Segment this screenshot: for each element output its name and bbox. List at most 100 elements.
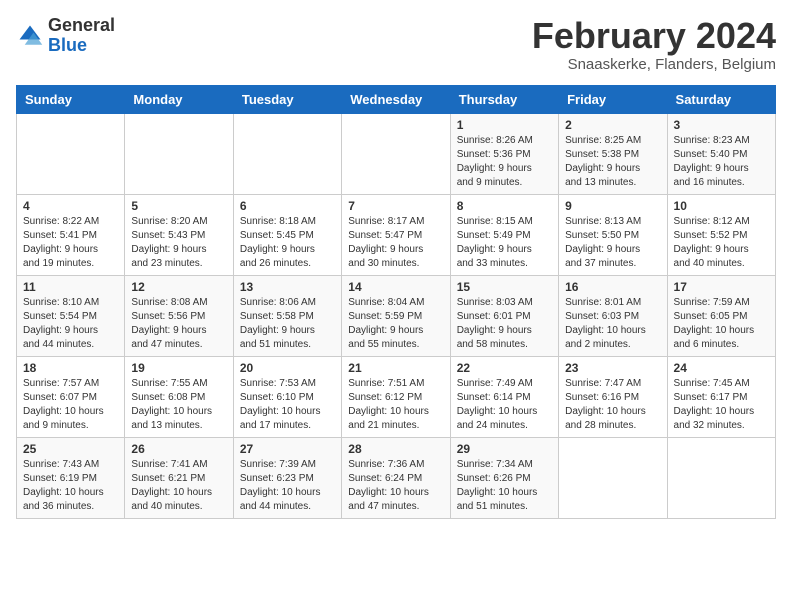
day-info: Sunrise: 7:51 AM Sunset: 6:12 PM Dayligh… [348, 377, 443, 433]
day-number: 6 [240, 199, 335, 213]
calendar-week-row: 4 Sunrise: 8:22 AM Sunset: 5:41 PM Daylig… [17, 194, 776, 275]
logo-icon [16, 22, 44, 50]
day-info: Sunrise: 8:12 AM Sunset: 5:52 PM Dayligh… [674, 215, 769, 271]
calendar-cell: 20 Sunrise: 7:53 AM Sunset: 6:10 PM Dayli… [233, 356, 341, 437]
weekday-header-sunday: Sunday [17, 85, 125, 113]
day-info: Sunrise: 8:13 AM Sunset: 5:50 PM Dayligh… [565, 215, 660, 271]
calendar-cell: 16 Sunrise: 8:01 AM Sunset: 6:03 PM Dayli… [559, 275, 667, 356]
weekday-header-monday: Monday [125, 85, 233, 113]
day-info: Sunrise: 8:22 AM Sunset: 5:41 PM Dayligh… [23, 215, 118, 271]
day-info: Sunrise: 7:34 AM Sunset: 6:26 PM Dayligh… [457, 458, 552, 514]
day-info: Sunrise: 8:25 AM Sunset: 5:38 PM Dayligh… [565, 134, 660, 190]
day-number: 27 [240, 442, 335, 456]
calendar-cell: 23 Sunrise: 7:47 AM Sunset: 6:16 PM Dayli… [559, 356, 667, 437]
day-info: Sunrise: 8:10 AM Sunset: 5:54 PM Dayligh… [23, 296, 118, 352]
day-number: 17 [674, 280, 769, 294]
calendar-cell: 22 Sunrise: 7:49 AM Sunset: 6:14 PM Dayli… [450, 356, 558, 437]
calendar-cell: 8Sunrise: 8:15 AM Sunset: 5:49 PM Daylig… [450, 194, 558, 275]
day-info: Sunrise: 7:41 AM Sunset: 6:21 PM Dayligh… [131, 458, 226, 514]
day-number: 19 [131, 361, 226, 375]
calendar-cell: 19 Sunrise: 7:55 AM Sunset: 6:08 PM Dayli… [125, 356, 233, 437]
day-number: 7 [348, 199, 443, 213]
day-info: Sunrise: 8:15 AM Sunset: 5:49 PM Dayligh… [457, 215, 552, 271]
day-info: Sunrise: 8:18 AM Sunset: 5:45 PM Dayligh… [240, 215, 335, 271]
day-number: 12 [131, 280, 226, 294]
calendar-cell: 24Sunrise: 7:45 AM Sunset: 6:17 PM Dayli… [667, 356, 775, 437]
day-info: Sunrise: 7:55 AM Sunset: 6:08 PM Dayligh… [131, 377, 226, 433]
calendar-cell: 4 Sunrise: 8:22 AM Sunset: 5:41 PM Daylig… [17, 194, 125, 275]
logo-blue-text: Blue [48, 36, 115, 56]
day-info: Sunrise: 8:06 AM Sunset: 5:58 PM Dayligh… [240, 296, 335, 352]
weekday-header-wednesday: Wednesday [342, 85, 450, 113]
month-year-title: February 2024 [532, 16, 776, 56]
day-number: 28 [348, 442, 443, 456]
calendar-cell: 29Sunrise: 7:34 AM Sunset: 6:26 PM Dayli… [450, 437, 558, 518]
day-info: Sunrise: 8:26 AM Sunset: 5:36 PM Dayligh… [457, 134, 552, 190]
day-number: 25 [23, 442, 118, 456]
calendar-cell: 9 Sunrise: 8:13 AM Sunset: 5:50 PM Daylig… [559, 194, 667, 275]
day-info: Sunrise: 7:39 AM Sunset: 6:23 PM Dayligh… [240, 458, 335, 514]
day-info: Sunrise: 8:01 AM Sunset: 6:03 PM Dayligh… [565, 296, 660, 352]
weekday-header-friday: Friday [559, 85, 667, 113]
day-number: 23 [565, 361, 660, 375]
day-number: 9 [565, 199, 660, 213]
day-number: 16 [565, 280, 660, 294]
title-section: February 2024 Snaaskerke, Flanders, Belg… [532, 16, 776, 73]
day-number: 14 [348, 280, 443, 294]
day-number: 24 [674, 361, 769, 375]
day-number: 4 [23, 199, 118, 213]
calendar-cell: 17 Sunrise: 7:59 AM Sunset: 6:05 PM Dayli… [667, 275, 775, 356]
calendar-cell: 10 Sunrise: 8:12 AM Sunset: 5:52 PM Dayli… [667, 194, 775, 275]
calendar-week-row: 1 Sunrise: 8:26 AM Sunset: 5:36 PM Daylig… [17, 113, 776, 194]
calendar-cell: 14 Sunrise: 8:04 AM Sunset: 5:59 PM Dayli… [342, 275, 450, 356]
calendar-cell [667, 437, 775, 518]
calendar-week-row: 25 Sunrise: 7:43 AM Sunset: 6:19 PM Dayli… [17, 437, 776, 518]
calendar-cell: 5 Sunrise: 8:20 AM Sunset: 5:43 PM Daylig… [125, 194, 233, 275]
calendar-cell: 3Sunrise: 8:23 AM Sunset: 5:40 PM Daylig… [667, 113, 775, 194]
day-info: Sunrise: 8:20 AM Sunset: 5:43 PM Dayligh… [131, 215, 226, 271]
calendar-cell: 25 Sunrise: 7:43 AM Sunset: 6:19 PM Dayli… [17, 437, 125, 518]
day-info: Sunrise: 7:36 AM Sunset: 6:24 PM Dayligh… [348, 458, 443, 514]
day-number: 5 [131, 199, 226, 213]
day-number: 20 [240, 361, 335, 375]
day-info: Sunrise: 7:43 AM Sunset: 6:19 PM Dayligh… [23, 458, 118, 514]
calendar-cell: 27 Sunrise: 7:39 AM Sunset: 6:23 PM Dayli… [233, 437, 341, 518]
logo: General Blue [16, 16, 115, 56]
calendar-cell: 21 Sunrise: 7:51 AM Sunset: 6:12 PM Dayli… [342, 356, 450, 437]
day-info: Sunrise: 8:03 AM Sunset: 6:01 PM Dayligh… [457, 296, 552, 352]
day-number: 21 [348, 361, 443, 375]
calendar-cell [233, 113, 341, 194]
day-info: Sunrise: 8:08 AM Sunset: 5:56 PM Dayligh… [131, 296, 226, 352]
logo-general-text: General [48, 16, 115, 36]
day-info: Sunrise: 7:49 AM Sunset: 6:14 PM Dayligh… [457, 377, 552, 433]
day-number: 3 [674, 118, 769, 132]
weekday-header-thursday: Thursday [450, 85, 558, 113]
weekday-header-saturday: Saturday [667, 85, 775, 113]
day-number: 10 [674, 199, 769, 213]
day-info: Sunrise: 7:59 AM Sunset: 6:05 PM Dayligh… [674, 296, 769, 352]
calendar-cell: 7Sunrise: 8:17 AM Sunset: 5:47 PM Daylig… [342, 194, 450, 275]
weekday-header-tuesday: Tuesday [233, 85, 341, 113]
calendar-cell: 18Sunrise: 7:57 AM Sunset: 6:07 PM Dayli… [17, 356, 125, 437]
location-subtitle: Snaaskerke, Flanders, Belgium [532, 56, 776, 73]
calendar-cell: 6 Sunrise: 8:18 AM Sunset: 5:45 PM Daylig… [233, 194, 341, 275]
calendar-cell: 11 Sunrise: 8:10 AM Sunset: 5:54 PM Dayli… [17, 275, 125, 356]
day-number: 15 [457, 280, 552, 294]
day-info: Sunrise: 8:04 AM Sunset: 5:59 PM Dayligh… [348, 296, 443, 352]
weekday-header-row: SundayMondayTuesdayWednesdayThursdayFrid… [17, 85, 776, 113]
calendar-cell [559, 437, 667, 518]
calendar-cell [342, 113, 450, 194]
calendar-week-row: 18Sunrise: 7:57 AM Sunset: 6:07 PM Dayli… [17, 356, 776, 437]
day-info: Sunrise: 7:53 AM Sunset: 6:10 PM Dayligh… [240, 377, 335, 433]
day-number: 2 [565, 118, 660, 132]
calendar-cell: 28 Sunrise: 7:36 AM Sunset: 6:24 PM Dayli… [342, 437, 450, 518]
page-header: General Blue February 2024 Snaaskerke, F… [16, 16, 776, 73]
calendar-cell: 1 Sunrise: 8:26 AM Sunset: 5:36 PM Daylig… [450, 113, 558, 194]
calendar-table: SundayMondayTuesdayWednesdayThursdayFrid… [16, 85, 776, 519]
day-number: 1 [457, 118, 552, 132]
day-number: 11 [23, 280, 118, 294]
day-info: Sunrise: 7:47 AM Sunset: 6:16 PM Dayligh… [565, 377, 660, 433]
calendar-cell: 26Sunrise: 7:41 AM Sunset: 6:21 PM Dayli… [125, 437, 233, 518]
day-info: Sunrise: 7:57 AM Sunset: 6:07 PM Dayligh… [23, 377, 118, 433]
day-number: 22 [457, 361, 552, 375]
